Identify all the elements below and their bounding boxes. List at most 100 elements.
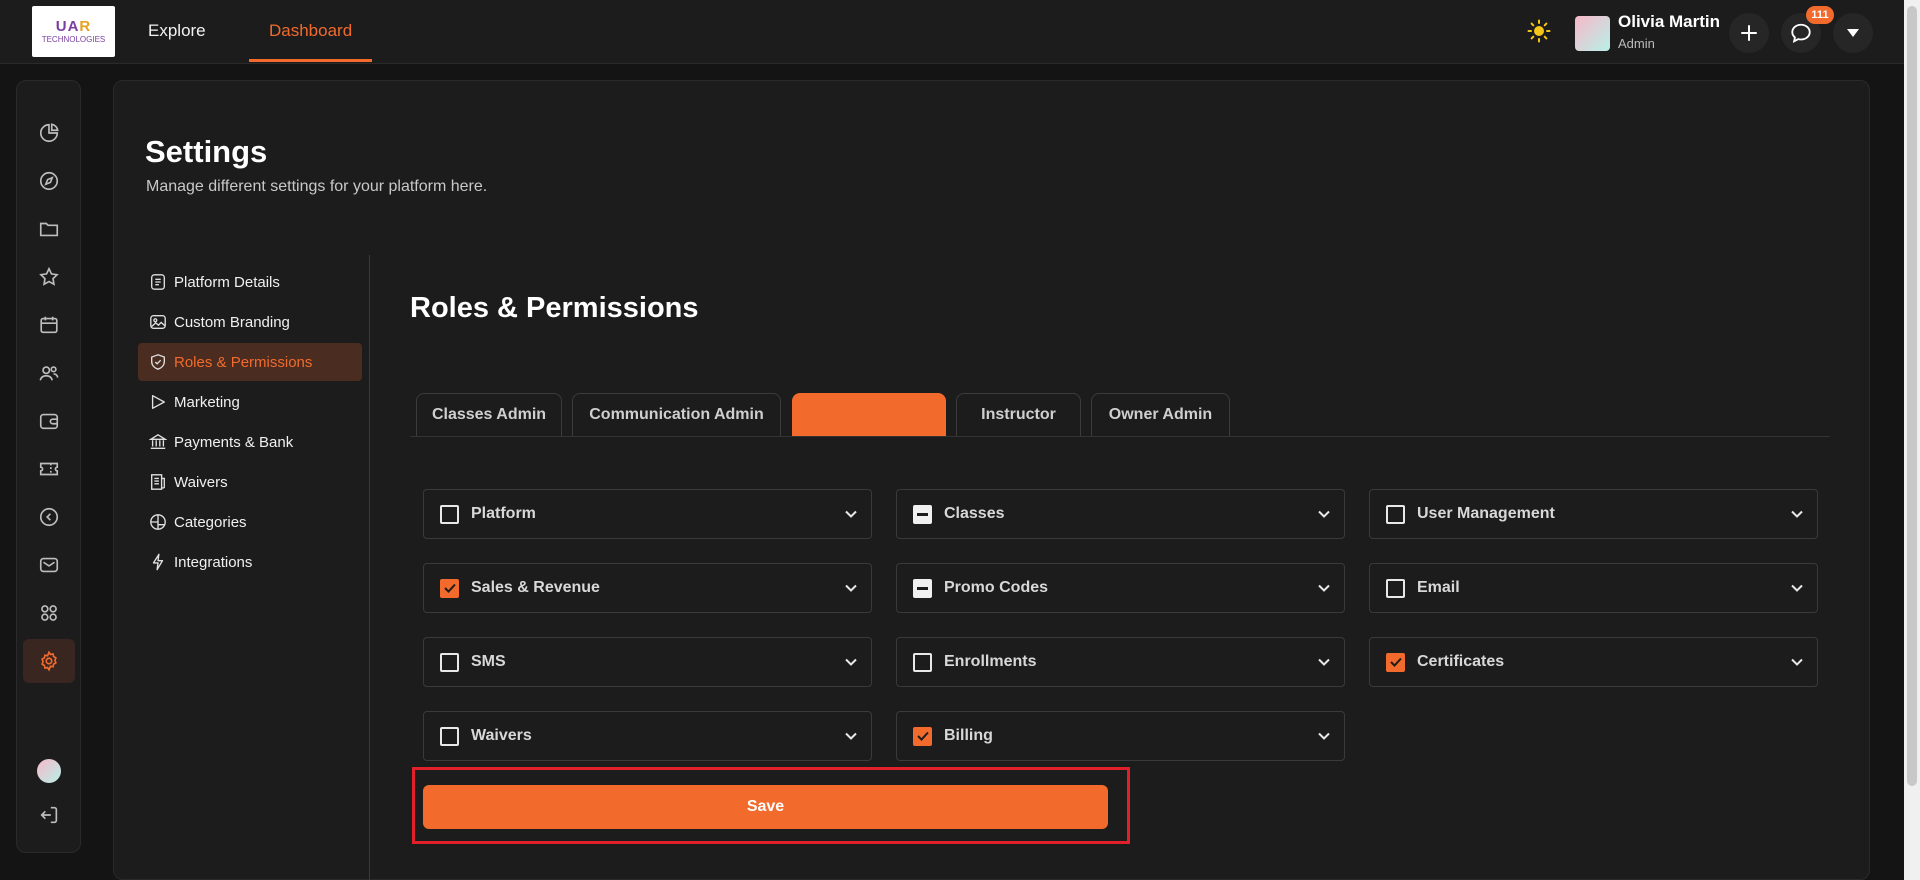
menu-item-label: Integrations	[174, 553, 253, 571]
menu-item-label: Platform Details	[174, 273, 280, 291]
chevron-down-icon[interactable]	[831, 637, 871, 687]
permission-label: User Management	[1417, 505, 1555, 522]
permission-label: Waivers	[471, 727, 532, 744]
checkbox[interactable]	[1386, 652, 1405, 672]
chevron-down-icon[interactable]	[831, 711, 871, 761]
rail-avatar[interactable]	[37, 759, 61, 783]
checkbox[interactable]	[440, 726, 459, 746]
shield-check-icon	[148, 352, 168, 372]
categories-icon	[148, 512, 168, 532]
tabs-underline	[410, 436, 1830, 437]
checkbox[interactable]	[440, 578, 459, 598]
menu-item-custom-branding[interactable]: Custom Branding	[138, 303, 362, 341]
permission-label: Billing	[944, 727, 993, 744]
menu-item-marketing[interactable]: Marketing	[138, 383, 362, 421]
add-button[interactable]	[1729, 13, 1769, 53]
page-title: Settings	[145, 134, 268, 169]
wallet-icon[interactable]	[23, 399, 75, 443]
checkbox[interactable]	[913, 652, 932, 672]
folder-icon[interactable]	[23, 207, 75, 251]
menu-item-label: Payments & Bank	[174, 433, 294, 451]
tab-instructor[interactable]: Instructor	[956, 393, 1081, 436]
pie-chart-icon[interactable]	[23, 111, 75, 155]
permission-sales-revenue[interactable]: Sales & Revenue	[423, 563, 872, 613]
account-menu-button[interactable]	[1833, 13, 1873, 53]
checkbox[interactable]	[913, 726, 932, 746]
tab-communication-admin[interactable]: Communication Admin	[572, 393, 781, 436]
top-bar: UAR TECHNOLOGIES Explore Dashboard Olivi…	[0, 0, 1904, 64]
permission-label: Email	[1417, 579, 1460, 596]
calendar-icon[interactable]	[23, 303, 75, 347]
star-icon[interactable]	[23, 255, 75, 299]
sun-icon[interactable]	[1527, 19, 1551, 43]
chevron-down-icon[interactable]	[1777, 637, 1817, 687]
checkbox[interactable]	[440, 652, 459, 672]
save-button[interactable]: Save	[423, 785, 1108, 829]
brand-logo[interactable]: UAR TECHNOLOGIES	[32, 6, 115, 57]
menu-item-waivers[interactable]: Waivers	[138, 463, 362, 501]
menu-item-payments-bank[interactable]: Payments & Bank	[138, 423, 362, 461]
users-icon[interactable]	[23, 351, 75, 395]
checkbox[interactable]	[1386, 504, 1405, 524]
menu-item-integrations[interactable]: Integrations	[138, 543, 362, 581]
user-name[interactable]: Olivia Martin	[1618, 12, 1720, 32]
receipt-icon	[148, 472, 168, 492]
mail-icon[interactable]	[23, 543, 75, 587]
back-circle-icon[interactable]	[23, 495, 75, 539]
chevron-down-icon[interactable]	[1304, 489, 1344, 539]
menu-item-label: Marketing	[174, 393, 240, 411]
logo-subtitle: TECHNOLOGIES	[41, 34, 106, 44]
permission-promo-codes[interactable]: Promo Codes	[896, 563, 1345, 613]
chevron-down-icon[interactable]	[1777, 489, 1817, 539]
permission-email[interactable]: Email	[1369, 563, 1818, 613]
chevron-down-icon[interactable]	[1304, 563, 1344, 613]
settings-icon[interactable]	[23, 639, 75, 683]
checkbox[interactable]	[913, 504, 932, 524]
menu-divider	[369, 255, 370, 880]
permission-label: Certificates	[1417, 653, 1505, 670]
permission-label: Platform	[471, 505, 536, 522]
side-rail	[16, 80, 81, 853]
play-icon	[148, 392, 168, 412]
chevron-down-icon[interactable]	[831, 563, 871, 613]
logout-icon[interactable]	[23, 793, 75, 837]
chevron-down-icon[interactable]	[1304, 637, 1344, 687]
permission-sms[interactable]: SMS	[423, 637, 872, 687]
avatar[interactable]	[1575, 16, 1610, 51]
permission-waivers[interactable]: Waivers	[423, 711, 872, 761]
permission-billing[interactable]: Billing	[896, 711, 1345, 761]
grid-icon[interactable]	[23, 591, 75, 635]
permission-certificates[interactable]: Certificates	[1369, 637, 1818, 687]
ticket-icon[interactable]	[23, 447, 75, 491]
menu-item-label: Categories	[174, 513, 247, 531]
tab-owner-admin[interactable]: Owner Admin	[1091, 393, 1230, 436]
compass-icon[interactable]	[23, 159, 75, 203]
checkbox[interactable]	[1386, 578, 1405, 598]
scrollbar-thumb[interactable]	[1907, 6, 1917, 786]
tab-selected-role[interactable]	[792, 393, 946, 436]
checkbox[interactable]	[913, 578, 932, 598]
menu-item-platform-details[interactable]: Platform Details	[138, 263, 362, 301]
permission-label: SMS	[471, 653, 506, 670]
bolt-icon	[148, 552, 168, 572]
nav-explore[interactable]: Explore	[128, 0, 226, 62]
permission-classes[interactable]: Classes	[896, 489, 1345, 539]
permission-enrollments[interactable]: Enrollments	[896, 637, 1345, 687]
page-subtitle: Manage different settings for your platf…	[146, 178, 488, 195]
menu-item-label: Roles & Permissions	[174, 353, 313, 371]
chevron-down-icon[interactable]	[831, 489, 871, 539]
chevron-down-icon[interactable]	[1304, 711, 1344, 761]
menu-item-roles-permissions[interactable]: Roles & Permissions	[138, 343, 362, 381]
permission-user-management[interactable]: User Management	[1369, 489, 1818, 539]
chevron-down-icon	[1847, 29, 1859, 37]
plus-icon	[1741, 25, 1757, 41]
nav-dashboard[interactable]: Dashboard	[249, 0, 373, 62]
checkbox[interactable]	[440, 504, 459, 524]
chevron-down-icon[interactable]	[1777, 563, 1817, 613]
permission-label: Classes	[944, 505, 1005, 522]
tab-classes-admin[interactable]: Classes Admin	[416, 393, 562, 436]
permission-platform[interactable]: Platform	[423, 489, 872, 539]
logo-text-a: UA	[55, 17, 80, 35]
menu-item-categories[interactable]: Categories	[138, 503, 362, 541]
bank-icon	[148, 432, 168, 452]
